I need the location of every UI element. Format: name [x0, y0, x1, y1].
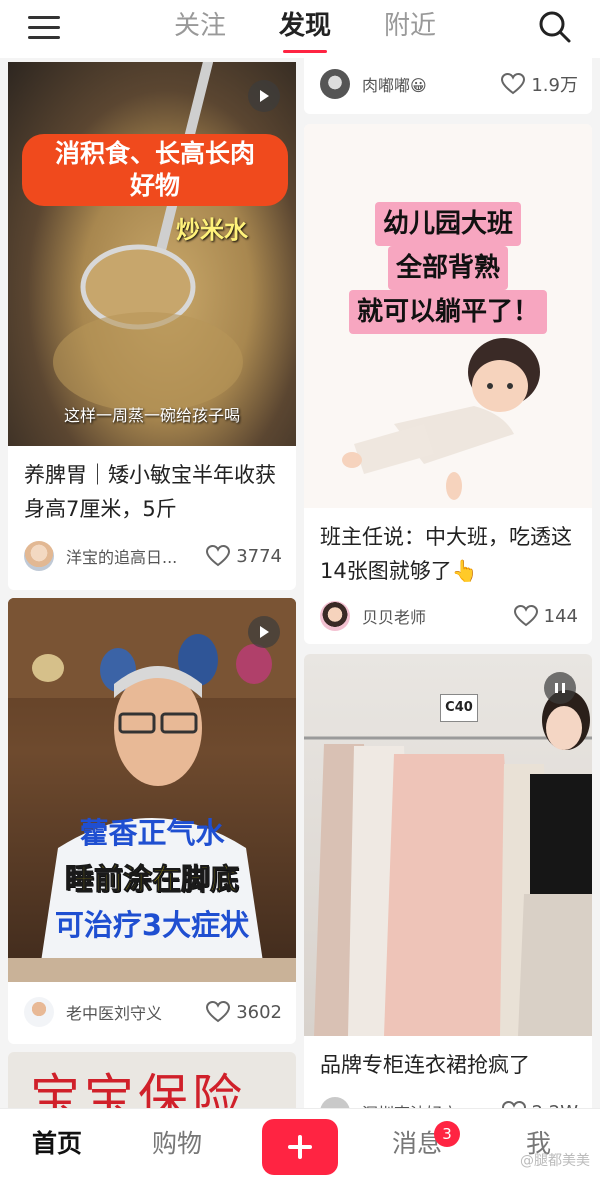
plus-icon[interactable] — [262, 1119, 338, 1175]
avatar[interactable] — [320, 601, 350, 631]
like-button[interactable]: 1.9万 — [501, 71, 578, 97]
author-name[interactable]: 洋宝的追高日... — [66, 544, 206, 568]
feed-card[interactable]: 藿香正气水 睡前涂在脚底 可治疗3大症状 老中医刘守义 3602 — [8, 598, 296, 1044]
author-name[interactable]: 贝贝老师 — [362, 604, 514, 628]
nav-home[interactable]: 首页 — [32, 1127, 82, 1161]
like-button[interactable]: 3602 — [206, 1001, 282, 1023]
search-icon[interactable] — [538, 10, 572, 44]
card-title[interactable]: 班主任说：中大班，吃透这14张图就够了👆 — [320, 520, 578, 588]
tab-following[interactable]: 关注 — [170, 8, 230, 52]
like-count: 1.9万 — [531, 75, 578, 96]
card-meta: 老中医刘守义 3602 — [24, 996, 282, 1028]
feed-card[interactable]: 肉嘟嘟😀 1.9万 — [304, 58, 592, 114]
like-button[interactable]: 3774 — [206, 545, 282, 567]
card-cover-image[interactable]: 藿香正气水 睡前涂在脚底 可治疗3大症状 — [8, 598, 296, 982]
video-play-icon — [248, 616, 280, 648]
heart-icon — [206, 545, 231, 567]
heart-icon — [501, 73, 526, 95]
watermark: @腿都美美 — [520, 1153, 590, 1169]
price-tag: C40 — [440, 694, 478, 722]
avatar[interactable] — [320, 69, 350, 99]
like-count: 3774 — [236, 545, 282, 567]
avatar[interactable] — [24, 541, 54, 571]
card-cover-image[interactable]: 幼儿园大班 全部背熟 就可以躺平了！ — [304, 124, 592, 508]
card-cover-image[interactable]: 消积食、长高长肉 好物 炒米水 这样一周蒸一碗给孩子喝 — [8, 62, 296, 446]
like-count: 144 — [543, 605, 578, 627]
heart-icon — [206, 1001, 231, 1023]
card-title[interactable]: 养脾胃｜矮小敏宝半年收获身高7厘米，5斤 — [24, 458, 282, 526]
like-button[interactable]: 144 — [513, 605, 578, 627]
live-indicator-icon — [544, 672, 576, 704]
cover-caption: 藿香正气水 睡前涂在脚底 可治疗3大症状 — [54, 816, 250, 942]
card-meta: 洋宝的追高日... 3774 — [24, 540, 282, 572]
feed-card[interactable]: 消积食、长高长肉 好物 炒米水 这样一周蒸一碗给孩子喝 养脾胃｜矮小敏宝半年收获… — [8, 62, 296, 590]
heart-icon — [513, 605, 538, 627]
like-count: 3602 — [236, 1001, 282, 1023]
feed-tabs: 关注 发现 附近 — [170, 8, 440, 53]
cover-banner: 消积食、长高长肉 好物 — [22, 134, 288, 206]
bottom-nav: 首页 购物 消息 3 我 — [0, 1108, 600, 1184]
hamburger-menu-icon[interactable] — [28, 14, 60, 42]
author-name[interactable]: 老中医刘守义 — [66, 1000, 206, 1024]
top-nav: 关注 发现 附近 — [0, 0, 600, 58]
card-title[interactable]: 品牌专柜连衣裙抢疯了 — [320, 1048, 578, 1082]
spoon-illustration — [53, 62, 243, 412]
video-play-icon — [248, 80, 280, 112]
card-meta: 肉嘟嘟😀 1.9万 — [320, 68, 578, 100]
feed-card[interactable]: 幼儿园大班 全部背熟 就可以躺平了！ 班主任说：中大班，吃透这14张图就够了👆 … — [304, 124, 592, 644]
tab-nearby[interactable]: 附近 — [380, 8, 440, 52]
child-lying-illustration — [342, 338, 540, 500]
author-name[interactable]: 肉嘟嘟😀 — [362, 72, 501, 96]
feed-card[interactable]: C40 品牌专柜连衣裙抢疯了 深圳南油好衣 2.2W — [304, 654, 592, 1174]
card-meta: 贝贝老师 144 — [320, 600, 578, 632]
nav-shopping[interactable]: 购物 — [152, 1127, 202, 1161]
cover-subtitle: 这样一周蒸一碗给孩子喝 — [63, 406, 240, 425]
cover-tag: 炒米水 — [176, 216, 248, 244]
card-cover-image[interactable]: C40 — [304, 654, 592, 1036]
messages-badge: 3 — [434, 1121, 460, 1147]
tab-discover[interactable]: 发现 — [275, 8, 335, 53]
avatar[interactable] — [24, 997, 54, 1027]
